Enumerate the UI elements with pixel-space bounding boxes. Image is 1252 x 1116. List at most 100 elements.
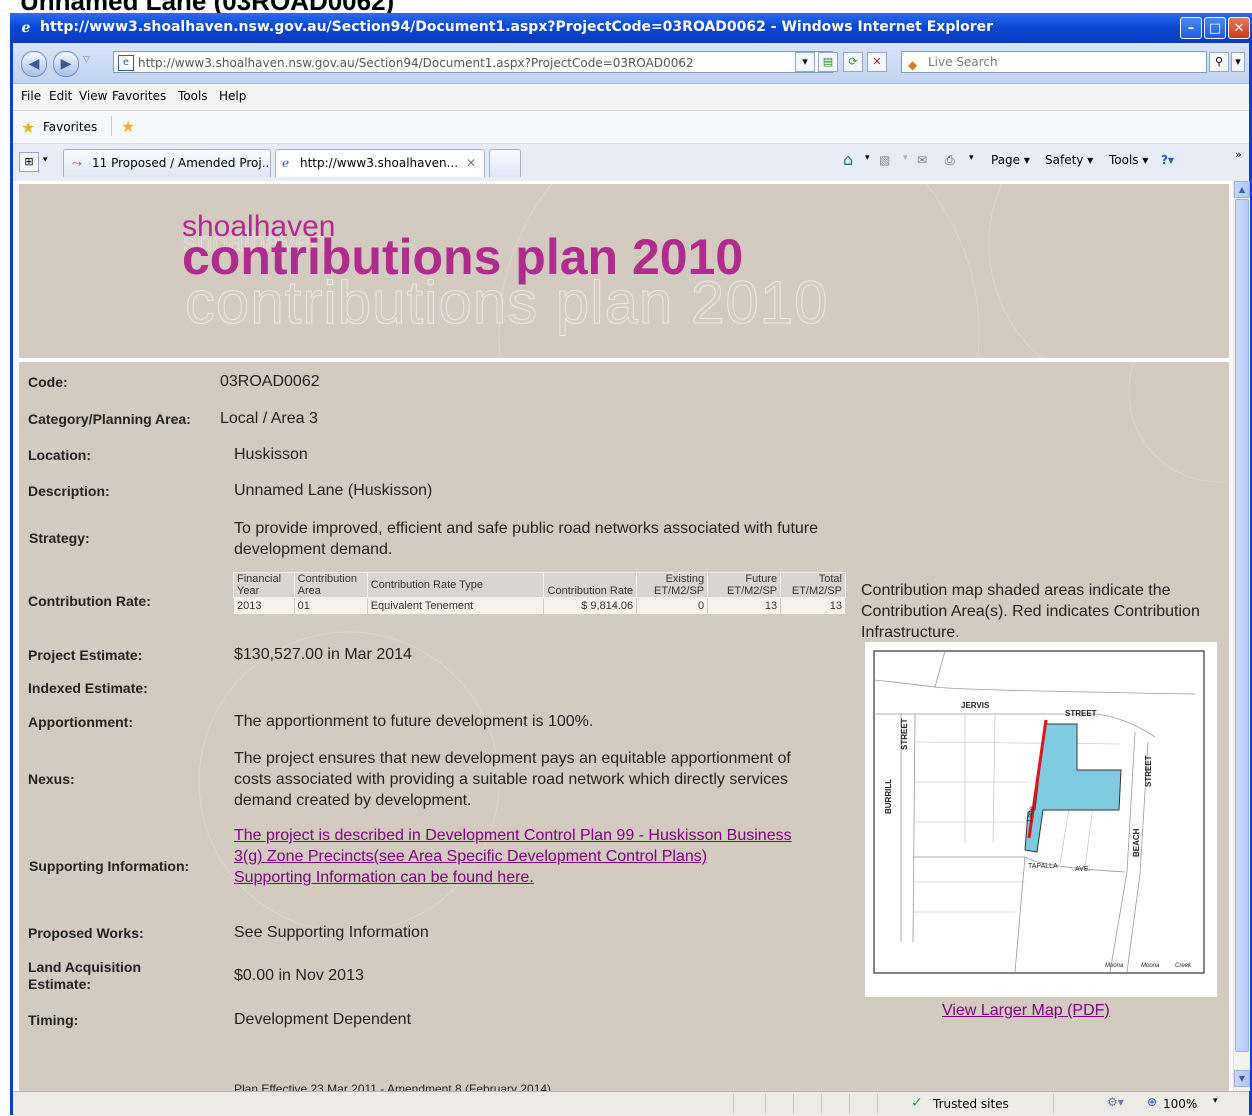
mail-icon[interactable]: ✉ [917, 153, 927, 167]
scroll-down-icon[interactable]: ▼ [1234, 1070, 1250, 1087]
tools-menu-label: Tools [1109, 153, 1139, 167]
supporting-info-label: Supporting Information: [29, 858, 190, 874]
search-placeholder: Live Search [928, 55, 998, 69]
tab-current-page[interactable]: ℯ http://www3.shoalhaven... ✕ [275, 149, 485, 177]
search-input[interactable]: ◆ Live Search [901, 51, 1207, 73]
protected-mode-icon[interactable]: ⚙▾ [1107, 1095, 1124, 1109]
close-button[interactable]: ✕ [1228, 17, 1250, 39]
address-input[interactable]: e http://www3.shoalhaven.nsw.gov.au/Sect… [113, 51, 833, 73]
map-label-ave: AVE. [1075, 866, 1090, 873]
status-bar: ✓ Trusted sites ⚙▾ ⊕ 100% ▾ [13, 1091, 1249, 1116]
view-larger-map-link[interactable]: View Larger Map (PDF) [942, 1002, 1110, 1020]
tools-menu[interactable]: Tools ▾ [1109, 153, 1148, 167]
dcp-link[interactable]: The project is described in Development … [234, 827, 792, 865]
description-label: Description: [28, 483, 110, 499]
zoom-level[interactable]: 100% [1163, 1097, 1197, 1111]
forward-button[interactable]: ▶ [53, 51, 79, 77]
divider [793, 1094, 794, 1114]
vertical-scrollbar[interactable]: ▲ ▼ [1233, 181, 1250, 1091]
compatibility-icon[interactable]: ▤ [818, 52, 838, 72]
stop-button[interactable]: ✕ [867, 52, 887, 72]
minimize-button[interactable]: – [1180, 17, 1202, 39]
menu-edit[interactable]: Edit [49, 89, 72, 103]
category-label: Category/Planning Area: [28, 411, 191, 427]
banner-title-plan: contributions plan 2010 [182, 229, 744, 285]
menu-favorites[interactable]: Favorites [112, 89, 166, 103]
apportionment-value: The apportionment to future development … [234, 713, 594, 730]
help-icon[interactable]: ?▾ [1161, 153, 1174, 167]
favorites-button[interactable]: Favorites [43, 120, 97, 134]
cell-rate: $ 9,814.06 [542, 597, 638, 615]
cell-total: 13 [780, 597, 846, 615]
divider [765, 1094, 766, 1114]
project-estimate-value: $130,527.00 in Mar 2014 [234, 646, 412, 663]
page-menu[interactable]: Page ▾ [991, 153, 1030, 167]
home-dropdown-icon[interactable]: ▾ [865, 153, 870, 163]
map-label-burrill: BURRILL [884, 779, 893, 814]
menu-help[interactable]: Help [219, 89, 246, 103]
site-banner: shoalhaven contributions plan 2010 shoal… [19, 184, 1229, 358]
supporting-info-value: The project is described in Development … [234, 825, 824, 888]
print-icon[interactable]: ⎙ [945, 153, 955, 168]
safety-menu[interactable]: Safety ▾ [1045, 153, 1093, 167]
divider [111, 116, 112, 136]
header-rate-type: Contribution Rate Type [366, 572, 544, 598]
back-button[interactable]: ◀ [21, 51, 47, 77]
chevron-more-icon[interactable]: » [1235, 148, 1242, 161]
land-acquisition-label: Land Acquisition Estimate: [28, 959, 142, 992]
new-tab-button[interactable] [489, 149, 521, 177]
cell-rate-type: Equivalent Tenement [366, 597, 544, 615]
supporting-info-link[interactable]: Supporting Information can be found here… [234, 869, 534, 886]
tab-close-icon[interactable]: ✕ [466, 150, 476, 176]
window-title: http://www3.shoalhaven.nsw.gov.au/Sectio… [40, 19, 994, 35]
maximize-button[interactable]: □ [1204, 17, 1226, 39]
search-button[interactable]: ⚲ [1209, 52, 1229, 72]
security-zone[interactable]: Trusted sites [933, 1097, 1009, 1111]
zoom-dropdown-icon[interactable]: ▾ [1213, 1096, 1218, 1106]
tab-bar: ⊞ ▾ ⤳ 11 Proposed / Amended Proj... ℯ ht… [13, 144, 1249, 182]
tab-proposed-projects[interactable]: ⤳ 11 Proposed / Amended Proj... [63, 149, 271, 177]
contribution-rate-label: Contribution Rate: [28, 593, 151, 609]
map-label-tapalla: TAPALLA [1028, 863, 1058, 870]
address-toolbar: ◀ ▶ ▽ e http://www3.shoalhaven.nsw.gov.a… [13, 43, 1249, 84]
code-label: Code: [28, 374, 68, 390]
nexus-value: The project ensures that new development… [234, 750, 791, 809]
refresh-button[interactable]: ⟳ [843, 52, 863, 72]
title-bar: ℯ http://www3.shoalhaven.nsw.gov.au/Sect… [10, 13, 1252, 43]
strategy-label: Strategy: [29, 530, 90, 546]
tab-label: 11 Proposed / Amended Proj... [92, 156, 271, 170]
map-label-street-right: STREET [1144, 755, 1153, 787]
safety-menu-label: Safety [1045, 153, 1084, 167]
header-future: Future ET/M2/SP [707, 572, 782, 598]
location-value: Huskisson [234, 446, 308, 463]
search-options-button[interactable]: ▾ [1231, 52, 1245, 72]
address-dropdown-button[interactable]: ▾ [795, 52, 815, 72]
header-financial-year: Financial Year [233, 572, 295, 598]
history-dropdown-icon[interactable]: ▽ [83, 55, 90, 65]
map-caption: Contribution map shaded areas indicate t… [861, 582, 1200, 641]
tab-loading-icon: ⤳ [72, 156, 82, 170]
scroll-up-icon[interactable]: ▲ [1234, 181, 1250, 198]
menu-view[interactable]: View [79, 89, 107, 103]
add-favorite-icon[interactable]: ★ [121, 117, 135, 136]
menu-file[interactable]: File [21, 89, 41, 103]
divider [849, 1094, 850, 1114]
contribution-rate-table: Financial Year Contribution Area Contrib… [233, 572, 846, 615]
location-label: Location: [28, 447, 91, 463]
tab-list-dropdown-icon[interactable]: ▾ [43, 155, 48, 165]
project-estimate-label: Project Estimate: [28, 647, 143, 663]
menu-bar: File Edit View Favorites Tools Help [13, 84, 1249, 111]
feeds-dropdown-icon[interactable]: ▾ [903, 153, 908, 163]
header-existing: Existing ET/M2/SP [636, 572, 709, 598]
print-dropdown-icon[interactable]: ▾ [969, 153, 974, 163]
strategy-value: To provide improved, efficient and safe … [234, 520, 819, 558]
scroll-thumb[interactable] [1235, 199, 1249, 1052]
quick-tabs-icon[interactable]: ⊞ [19, 152, 39, 172]
home-icon[interactable]: ⌂ [843, 150, 853, 169]
category-value: Local / Area 3 [220, 410, 318, 427]
trusted-check-icon: ✓ [911, 1095, 923, 1111]
contribution-map[interactable]: JERVIS STREET STREET BURRILL STREET BEAC… [865, 642, 1217, 997]
menu-tools[interactable]: Tools [178, 89, 208, 103]
feeds-icon[interactable]: ▧ [879, 153, 890, 167]
cell-area: 01 [293, 597, 368, 615]
